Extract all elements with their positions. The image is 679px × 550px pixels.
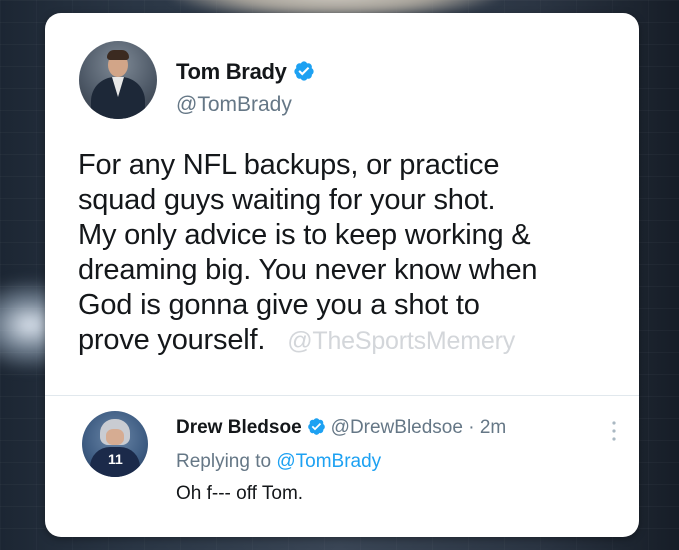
tweet-text-line: squad guys waiting for your shot. — [78, 184, 496, 216]
reply-text: Oh f--- off Tom. — [176, 483, 304, 504]
reply-author-name[interactable]: Drew Bledsoe — [176, 417, 302, 438]
tweet-text-line: God is gonna give you a shot to — [78, 289, 480, 321]
tweet-card: Tom Brady @TomBrady For any NFL backups,… — [45, 13, 639, 537]
reply-header: Drew Bledsoe @DrewBledsoe · 2m — [176, 417, 506, 439]
tweet-text-line: For any NFL backups, or practice — [78, 149, 500, 181]
avatar-jersey-number: 11 — [108, 451, 123, 467]
reply-author-handle[interactable]: @DrewBledsoe — [331, 417, 463, 438]
tweet-text-line: dreaming big. You never know when — [78, 254, 538, 286]
replying-to: Replying to @TomBrady — [176, 451, 381, 473]
avatar-tom-brady[interactable] — [79, 41, 157, 119]
tweet-text-last-line: prove yourself. @TheSportsMemery — [78, 323, 638, 359]
divider — [45, 395, 639, 396]
watermark: @TheSportsMemery — [287, 327, 515, 355]
author-name[interactable]: Tom Brady — [176, 59, 287, 84]
tweet-text-line: prove yourself. — [78, 324, 266, 356]
verified-badge-icon — [307, 418, 325, 435]
avatar-drew-bledsoe[interactable]: 11 — [82, 411, 148, 477]
author-name-row[interactable]: Tom Brady — [176, 59, 315, 85]
reply-timestamp[interactable]: 2m — [480, 417, 506, 438]
avatar-hair — [107, 50, 129, 60]
author-handle[interactable]: @TomBrady — [176, 93, 292, 117]
more-vertical-icon[interactable] — [611, 420, 617, 442]
tweet-text-line: My only advice is to keep working & — [78, 219, 531, 251]
avatar-face — [106, 429, 124, 445]
tweet-text: For any NFL backups, or practice squad g… — [78, 148, 638, 359]
separator-dot: · — [468, 417, 475, 438]
verified-badge-icon — [293, 61, 314, 81]
replying-to-prefix: Replying to — [176, 451, 272, 472]
replying-to-link[interactable]: @TomBrady — [276, 451, 381, 472]
